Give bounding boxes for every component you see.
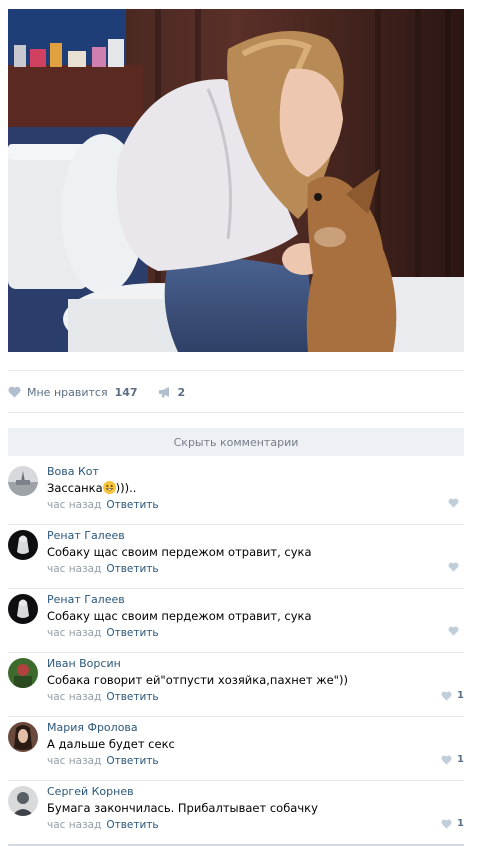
comment: Ренат Галеев Собаку щас своим пердежом о… xyxy=(8,589,464,653)
comment-like-button[interactable]: 1 xyxy=(441,690,464,701)
comment-time[interactable]: час назад xyxy=(47,563,101,575)
comment: Иван Ворсин Собака говорит ей"отпусти хо… xyxy=(8,653,464,717)
comment-author[interactable]: Ренат Галеев xyxy=(47,529,464,543)
reply-link[interactable]: Ответить xyxy=(106,499,158,511)
reply-link[interactable]: Ответить xyxy=(106,819,158,831)
divider xyxy=(8,370,464,371)
comment-time[interactable]: час назад xyxy=(47,627,101,639)
comment-time[interactable]: час назад xyxy=(47,499,101,511)
comment-text: Собака говорит ей"отпусти хозяйка,пахнет… xyxy=(47,673,348,687)
avatar[interactable] xyxy=(8,466,38,496)
comment-author[interactable]: Ренат Галеев xyxy=(47,593,464,607)
comment-text: Собаку щас своим пердежом отравит, сука xyxy=(47,609,312,623)
comment: Вова Кот Зассанка))).. час назад Ответить xyxy=(8,461,464,525)
comment-text: Зассанка))).. xyxy=(47,480,464,496)
heart-icon xyxy=(441,755,452,765)
heart-icon xyxy=(8,386,21,398)
avatar[interactable] xyxy=(8,594,38,624)
comment-like-button[interactable] xyxy=(448,562,464,572)
heart-icon xyxy=(448,562,459,572)
reply-link[interactable]: Ответить xyxy=(106,563,158,575)
share-count: 2 xyxy=(177,385,186,399)
avatar[interactable] xyxy=(8,658,38,688)
share-button[interactable]: 2 xyxy=(158,385,186,399)
comment-author[interactable]: Сергей Корнев xyxy=(47,785,464,799)
comment-text-main: Зассанка xyxy=(47,481,103,495)
like-count: 147 xyxy=(114,385,138,399)
heart-icon xyxy=(441,691,452,701)
comment-author[interactable]: Вова Кот xyxy=(47,465,464,479)
comment-like-button[interactable] xyxy=(448,626,464,636)
comment-time[interactable]: час назад xyxy=(47,691,101,703)
comments-list: Вова Кот Зассанка))).. час назад Ответить… xyxy=(8,461,464,846)
like-label: Мне нравится xyxy=(27,385,108,399)
post-actions: Мне нравится 147 2 xyxy=(8,380,464,404)
heart-icon xyxy=(441,819,452,829)
avatar[interactable] xyxy=(8,722,38,752)
reply-link[interactable]: Ответить xyxy=(106,627,158,639)
comment: Сергей Корнев Бумага закончилась. Прибал… xyxy=(8,781,464,846)
comment-like-count: 1 xyxy=(457,754,464,765)
comment-like-count: 1 xyxy=(457,818,464,829)
comment-like-button[interactable]: 1 xyxy=(441,754,464,765)
avatar[interactable] xyxy=(8,786,38,816)
comment-time[interactable]: час назад xyxy=(47,755,101,767)
hide-comments-button[interactable]: Скрыть комментарии xyxy=(8,428,464,456)
comment-author[interactable]: Иван Ворсин xyxy=(47,657,464,671)
comment-text: А дальше будет секс xyxy=(47,737,175,751)
comment-time[interactable]: час назад xyxy=(47,819,101,831)
photo-illustration xyxy=(8,9,464,352)
divider xyxy=(8,412,464,413)
post-photo[interactable] xyxy=(8,9,464,352)
comment-text-suffix: ))).. xyxy=(115,481,137,495)
like-button[interactable]: Мне нравится 147 xyxy=(8,386,138,399)
comment-text: Собаку щас своим пердежом отравит, сука xyxy=(47,545,312,559)
megaphone-icon xyxy=(158,387,169,398)
reply-link[interactable]: Ответить xyxy=(106,691,158,703)
grinning-emoji-icon xyxy=(102,481,116,494)
comment-text: Бумага закончилась. Прибалтывает собачку xyxy=(47,801,318,815)
heart-icon xyxy=(448,626,459,636)
comment: Ренат Галеев Собаку щас своим пердежом о… xyxy=(8,525,464,589)
comment: Мария Фролова А дальше будет секс час на… xyxy=(8,717,464,781)
comment-like-button[interactable]: 1 xyxy=(441,818,464,829)
heart-icon xyxy=(448,498,459,508)
reply-link[interactable]: Ответить xyxy=(106,755,158,767)
avatar[interactable] xyxy=(8,530,38,560)
comment-like-count: 1 xyxy=(457,690,464,701)
comment-like-button[interactable] xyxy=(448,498,464,508)
comment-author[interactable]: Мария Фролова xyxy=(47,721,464,735)
